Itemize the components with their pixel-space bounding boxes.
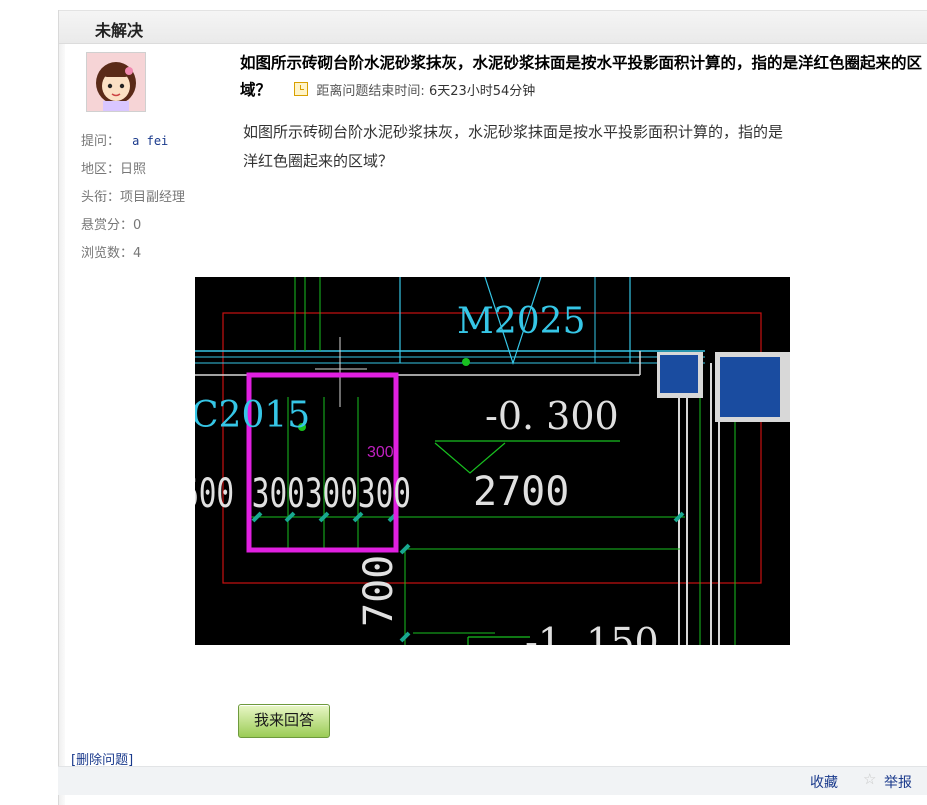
avatar[interactable]	[86, 52, 146, 112]
door-label: M2025	[457, 301, 585, 342]
status-title: 未解决	[95, 21, 144, 40]
star-icon: ☆	[863, 770, 877, 788]
cad-drawing: M2025 C2015 -0. 300 300 600 300300300 27…	[181, 276, 790, 664]
dims-left-label: 600 300300300	[195, 471, 411, 517]
deadline: 距离问题结束时间: 6天23小时54分钟	[294, 78, 535, 105]
deadline-label: 距离问题结束时间:	[316, 84, 425, 99]
deadline-value: 6天23小时54分钟	[428, 84, 536, 99]
region-text: 地区：日照	[81, 162, 147, 177]
avatar-image	[87, 53, 145, 111]
favorite-link[interactable]: 收藏	[810, 772, 838, 792]
asker-label: 提问：	[81, 134, 121, 149]
elevation-bottom-label: -1. 150	[525, 620, 659, 645]
asker-row: 提问： a fei	[81, 130, 168, 149]
dim-700-label: 700	[356, 555, 402, 627]
clock-icon	[294, 82, 309, 96]
asker-name-link[interactable]: a fei	[132, 134, 168, 148]
question-body-line: 如图所示砖砌台阶水泥砂浆抹灰，水泥砂浆抹面是按水平投影面积计算的，指的是	[243, 123, 784, 141]
cad-drawing-image: M2025 C2015 -0. 300 300 600 300300300 27…	[181, 276, 790, 664]
report-link[interactable]: 举报	[884, 772, 912, 792]
rank-text: 头衔：项目副经理	[81, 190, 186, 205]
question-title-block: 如图所示砖砌台阶水泥砂浆抹灰，水泥砂浆抹面是按水平投影面积计算的，指的是洋红色圈…	[240, 50, 925, 105]
elevation-top-label: -0. 300	[485, 394, 619, 438]
question-body: 如图所示砖砌台阶水泥砂浆抹灰，水泥砂浆抹面是按水平投影面积计算的，指的是 洋红色…	[243, 118, 903, 176]
window-label: C2015	[195, 395, 310, 436]
magenta-dim-label: 300	[367, 444, 394, 461]
dim-2700-label: 2700	[473, 469, 569, 515]
views-text: 浏览数：4	[81, 246, 142, 261]
action-footer: 收藏 ☆ 举报	[58, 766, 927, 795]
question-body-line: 洋红色圈起来的区域？	[243, 152, 394, 170]
status-header: 未解决	[59, 10, 927, 44]
reward-text: 悬赏分：0	[81, 218, 142, 233]
answer-button[interactable]: 我来回答	[238, 704, 330, 738]
